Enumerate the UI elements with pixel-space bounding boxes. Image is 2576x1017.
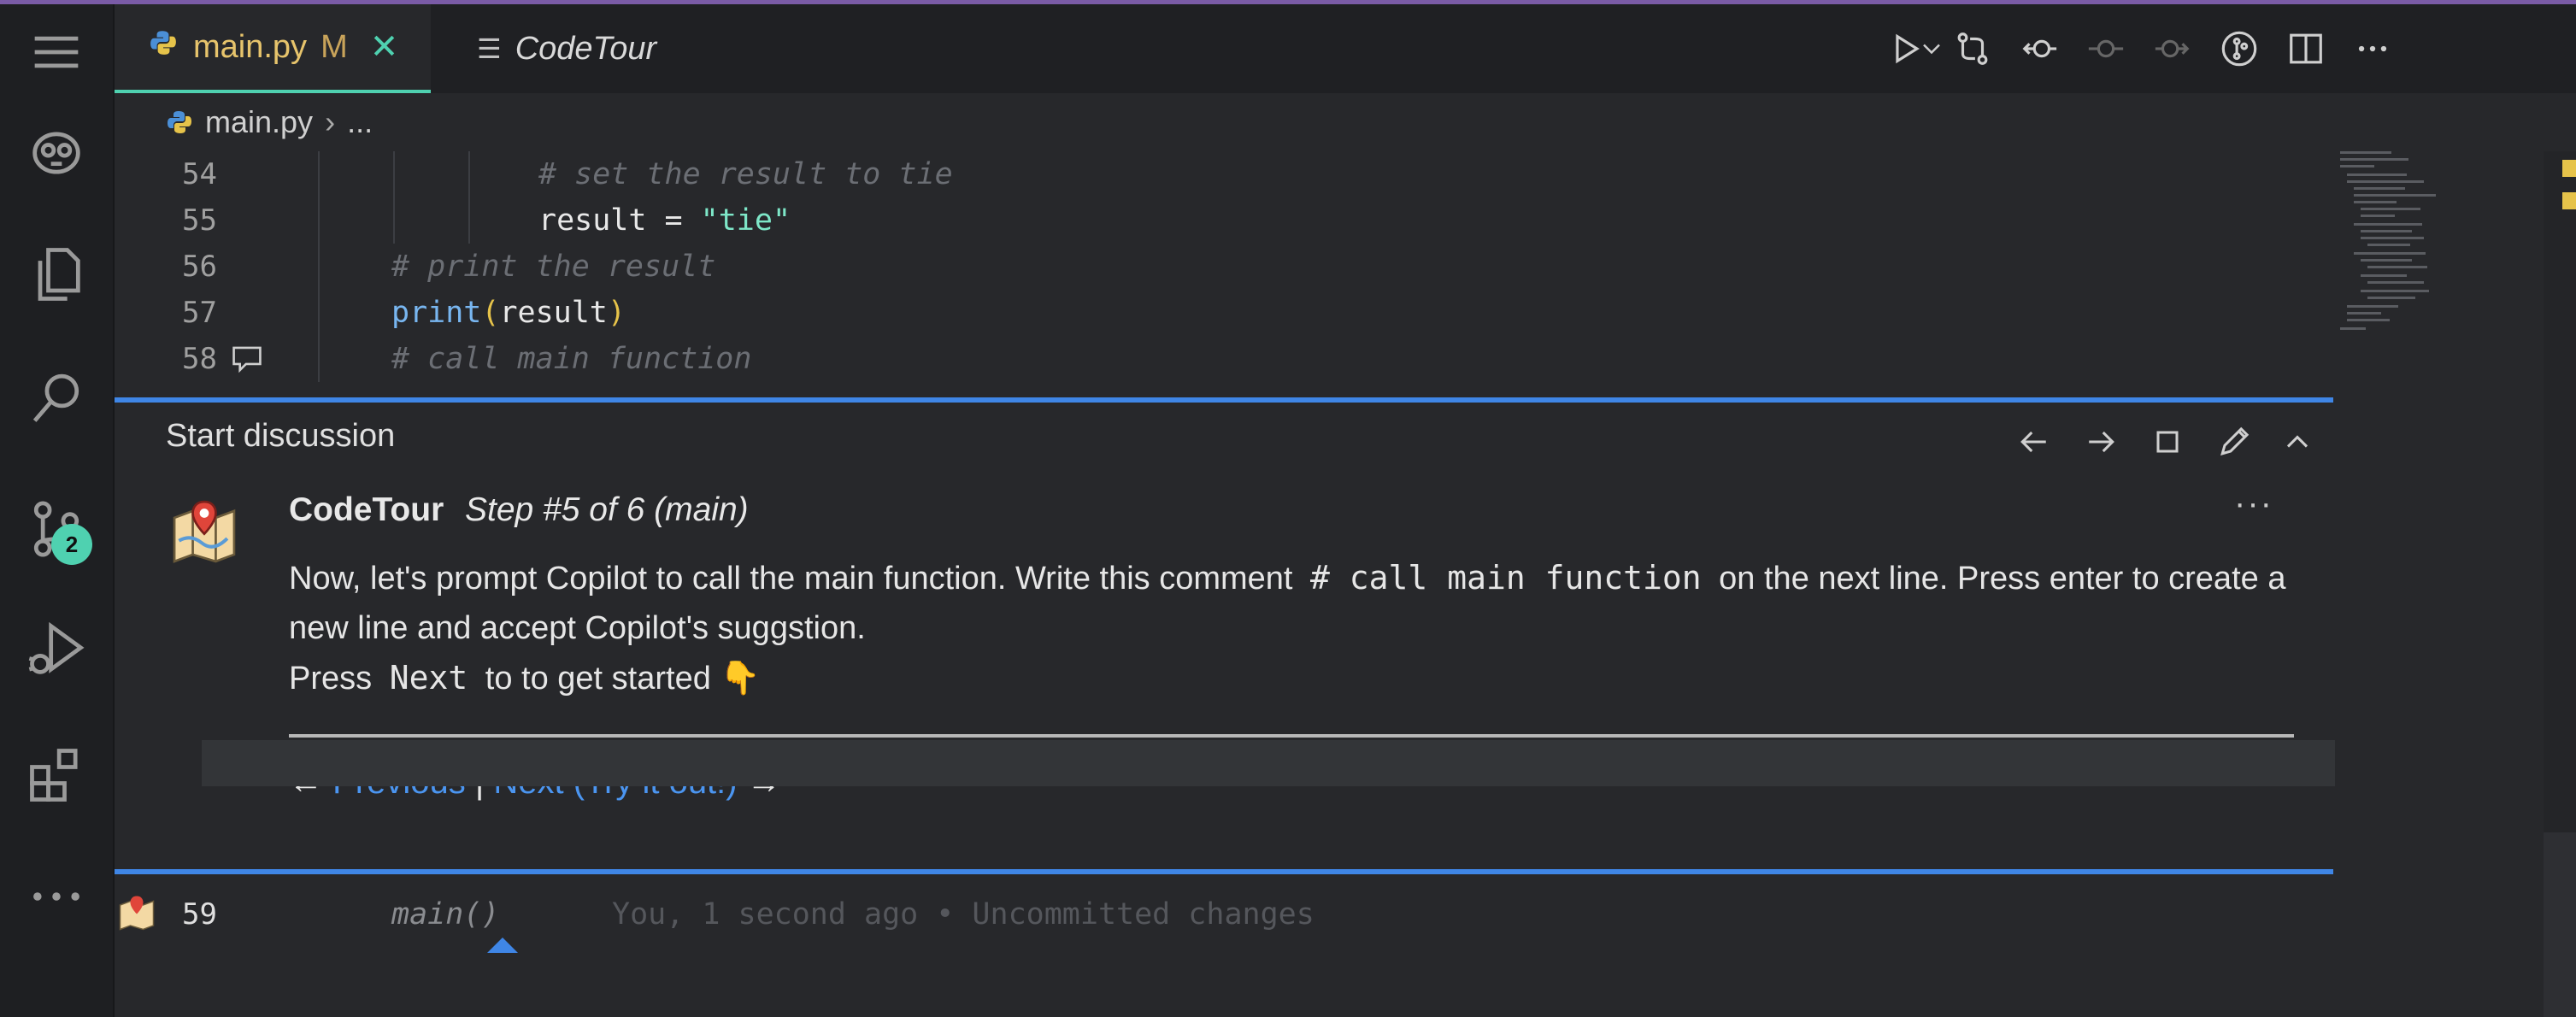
code-token: result xyxy=(499,296,608,330)
code-text: # call main function xyxy=(391,342,752,376)
more-actions-icon[interactable] xyxy=(2347,23,2398,74)
scrollbar-thumb[interactable] xyxy=(2544,832,2576,1017)
line-number: 55 xyxy=(182,203,217,238)
arrow-left-icon[interactable] xyxy=(2008,416,2060,467)
comment-author: CodeTour xyxy=(289,491,444,528)
tab-label: CodeTour xyxy=(515,30,657,67)
peek-pointer xyxy=(487,938,518,953)
modified-indicator: M xyxy=(321,28,348,65)
code-text: main() xyxy=(391,897,500,932)
edit-icon[interactable] xyxy=(2208,416,2260,467)
comment-text: Press xyxy=(289,661,373,697)
code-line: 58 # call main function xyxy=(115,336,2337,382)
code-text: print(result) xyxy=(391,296,626,330)
modified-marker xyxy=(2562,192,2576,209)
ellipsis-icon[interactable] xyxy=(19,859,94,934)
discussion-widget: Start discussion CodeTour Step #5 of 6 (… xyxy=(115,397,2333,874)
codetour-map-icon xyxy=(168,495,241,568)
breadcrumb-symbol[interactable]: ... xyxy=(347,104,373,140)
code-line: 57 print(result) xyxy=(115,290,2337,336)
tab-label: main.py xyxy=(193,28,308,65)
debug-icon[interactable] xyxy=(19,613,94,688)
chevron-down-icon[interactable] xyxy=(1916,23,1947,74)
previous-change-icon[interactable] xyxy=(2014,23,2065,74)
current-line-highlight xyxy=(202,740,2335,786)
comment-press-line: Press Next to to get started 👇 xyxy=(289,659,761,697)
tab-codetour[interactable]: ☰ CodeTour xyxy=(465,4,721,93)
editor-scrollbar[interactable] xyxy=(2544,151,2576,1017)
split-editor-icon[interactable] xyxy=(2280,23,2332,74)
inline-code: Next xyxy=(389,659,468,697)
divider xyxy=(289,734,2294,738)
copilot-icon[interactable] xyxy=(19,115,94,191)
comment-text: to to get started 👇 xyxy=(485,661,761,697)
activity-bar: 2 xyxy=(0,4,115,1017)
string-token: "tie" xyxy=(700,203,791,238)
lines-icon: ☰ xyxy=(477,33,502,64)
comment-body: Now, let's prompt Copilot to call the ma… xyxy=(289,553,2289,653)
line-number: 54 xyxy=(182,157,217,191)
arrow-right-icon[interactable] xyxy=(2075,416,2126,467)
comment-gutter-icon[interactable] xyxy=(231,344,263,381)
chevron-right-icon: › xyxy=(325,104,336,139)
line-number: 57 xyxy=(182,296,217,330)
extensions-icon[interactable] xyxy=(19,738,94,813)
function-token: print xyxy=(391,296,482,330)
line-number: 59 xyxy=(182,897,217,932)
minimap[interactable] xyxy=(2337,151,2448,348)
comment-text: Now, let's prompt Copilot to call the ma… xyxy=(289,561,1293,597)
code-line: 55 result = "tie" xyxy=(115,197,2337,244)
line-number: 56 xyxy=(182,250,217,284)
modified-marker xyxy=(2562,160,2576,177)
discussion-title: Start discussion xyxy=(166,418,396,454)
next-change-icon xyxy=(2147,23,2198,74)
code-token: result = xyxy=(538,203,701,238)
breadcrumb-file[interactable]: main.py xyxy=(205,104,313,140)
git-graph-icon[interactable] xyxy=(2214,23,2265,74)
breadcrumb: main.py › ... xyxy=(115,93,2576,151)
code-text: # print the result xyxy=(391,250,716,284)
compare-changes-icon[interactable] xyxy=(1947,23,1998,74)
paren-token: ) xyxy=(607,296,626,330)
chevron-up-icon[interactable] xyxy=(2272,416,2323,467)
comment-more-button[interactable]: ··· xyxy=(2234,485,2273,523)
source-control-badge: 2 xyxy=(51,524,92,565)
hamburger-icon[interactable] xyxy=(19,15,94,90)
code-line: 56 # print the result xyxy=(115,244,2337,290)
commit-icon xyxy=(2080,23,2132,74)
search-icon[interactable] xyxy=(19,362,94,437)
paren-token: ( xyxy=(481,296,500,330)
code-text: # set the result to tie xyxy=(538,157,953,191)
git-blame-annotation: You, 1 second ago • Uncommitted changes xyxy=(612,897,1314,932)
python-icon xyxy=(149,28,178,66)
stop-icon[interactable] xyxy=(2142,416,2193,467)
comment-step: Step #5 of 6 (main) xyxy=(465,491,749,528)
line-number: 58 xyxy=(182,342,217,376)
tab-bar: main.py M ✕ ☰ CodeTour xyxy=(115,4,2576,93)
files-icon[interactable] xyxy=(19,237,94,312)
code-line: 59 main() You, 1 second ago • Uncommitte… xyxy=(115,891,2337,938)
code-line: 54 # set the result to tie xyxy=(115,151,2337,197)
close-icon[interactable]: ✕ xyxy=(370,27,399,67)
tab-main-py[interactable]: main.py M ✕ xyxy=(115,4,431,93)
python-icon xyxy=(166,109,193,136)
inline-code: # call main function xyxy=(1310,559,1702,597)
code-text: result = "tie" xyxy=(538,203,791,238)
